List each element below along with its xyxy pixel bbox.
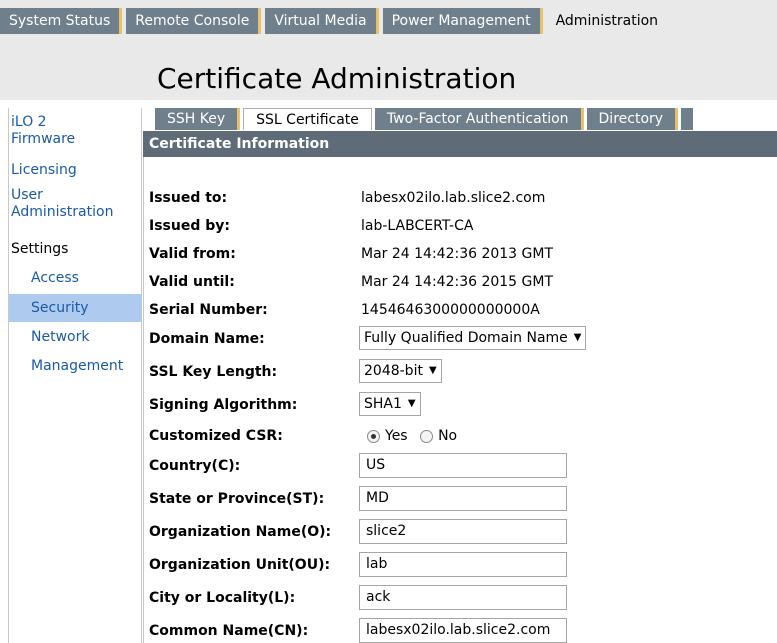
chevron-down-icon: ▼ [573,332,582,343]
sidebar-item-licensing[interactable]: Licensing [9,162,142,179]
field-label: Valid until: [149,274,235,290]
organization-name-input[interactable]: slice2 [359,519,567,544]
tab-remote-console[interactable]: Remote Console [126,8,262,34]
serial-number-value: 1454646300000000000A [361,302,540,318]
common-name-input[interactable]: labesx02ilo.lab.slice2.com [359,618,567,643]
tab-ssh-key[interactable]: SSH Key [155,108,241,130]
chevron-down-icon: ▼ [428,365,437,376]
radio-yes[interactable] [367,429,380,443]
valid-until-value: Mar 24 14:42:36 2015 GMT [361,274,554,290]
sidebar-item-security[interactable]: Security [9,294,142,322]
valid-from-value: Mar 24 14:42:36 2013 GMT [361,246,554,262]
sidebar-item-ilo-firmware[interactable]: iLO 2 Firmware [9,114,142,148]
top-nav-tabs: System Status Remote Console Virtual Med… [0,8,671,34]
sidebar: iLO 2 Firmware Licensing User Administra… [8,108,142,643]
field-label: Domain Name: [149,331,265,347]
sidebar-item-access[interactable]: Access [9,270,142,287]
chevron-down-icon: ▼ [407,398,416,409]
field-label: City or Locality(L): [149,590,296,606]
tab-directory[interactable]: Directory [586,108,679,130]
radio-yes-label: Yes [385,428,408,444]
select-value: Fully Qualified Domain Name [364,330,568,346]
customized-csr-row: Customized CSR: Yes No [149,426,769,446]
field-label: Common Name(CN): [149,623,309,639]
radio-no[interactable] [420,429,434,443]
field-label: Organization Unit(OU): [149,557,331,573]
customized-csr-radios: Yes No [367,426,457,446]
issued-by-row: Issued by: lab-LABCERT-CA [149,216,769,236]
domain-name-row: Domain Name: Fully Qualified Domain Name… [149,326,769,350]
field-label: Issued to: [149,190,228,206]
radio-no-label: No [438,428,458,444]
sidebar-item-label: iLO 2 [11,114,47,130]
sidebar-item-user-administration[interactable]: User Administration [9,187,142,221]
tab-overflow[interactable] [681,108,694,130]
valid-until-row: Valid until: Mar 24 14:42:36 2015 GMT [149,272,769,292]
field-label: Country(C): [149,458,241,474]
serial-number-row: Serial Number: 1454646300000000000A [149,300,769,320]
field-label: Customized CSR: [149,428,283,444]
sub-tabs: SSH Key SSL Certificate Two-Factor Authe… [155,108,694,130]
valid-from-row: Valid from: Mar 24 14:42:36 2013 GMT [149,244,769,264]
signing-algorithm-row: Signing Algorithm: SHA1 ▼ [149,392,769,416]
field-label: SSL Key Length: [149,364,278,380]
sidebar-item-settings: Settings [11,241,69,257]
organization-name-row: Organization Name(O): slice2 [149,519,769,544]
issued-to-value: labesx02ilo.lab.slice2.com [361,190,546,206]
tab-two-factor-authentication[interactable]: Two-Factor Authentication [374,108,584,130]
field-label: Signing Algorithm: [149,397,298,413]
select-value: SHA1 [364,396,402,412]
divider [143,157,144,643]
sidebar-item-label: Administration [11,204,114,220]
tab-power-management[interactable]: Power Management [382,8,543,34]
ssl-key-length-select[interactable]: 2048-bit ▼ [359,359,442,383]
sidebar-item-label: Firmware [11,131,76,147]
issued-by-value: lab-LABCERT-CA [361,218,474,234]
organization-unit-input[interactable]: lab [359,552,567,577]
country-row: Country(C): US [149,453,769,478]
city-input[interactable]: ack [359,585,567,610]
country-input[interactable]: US [359,453,567,478]
signing-algorithm-select[interactable]: SHA1 ▼ [359,392,421,416]
tab-virtual-media[interactable]: Virtual Media [265,8,379,34]
select-value: 2048-bit [364,363,423,379]
sidebar-item-network[interactable]: Network [9,329,142,346]
city-row: City or Locality(L): ack [149,585,769,610]
state-input[interactable]: MD [359,486,567,511]
section-header: Certificate Information [143,131,777,157]
field-label: State or Province(ST): [149,491,325,507]
state-row: State or Province(ST): MD [149,486,769,511]
page-title: Certificate Administration [157,62,517,95]
sidebar-item-management[interactable]: Management [9,358,142,375]
field-label: Serial Number: [149,302,268,318]
domain-name-select[interactable]: Fully Qualified Domain Name ▼ [359,326,587,350]
ssl-key-length-row: SSL Key Length: 2048-bit ▼ [149,359,769,383]
tab-ssl-certificate[interactable]: SSL Certificate [243,108,372,130]
field-label: Organization Name(O): [149,524,332,540]
common-name-row: Common Name(CN): labesx02ilo.lab.slice2.… [149,618,769,643]
field-label: Issued by: [149,218,230,234]
organization-unit-row: Organization Unit(OU): lab [149,552,769,577]
sidebar-item-label: User [11,187,43,203]
tab-administration[interactable]: Administration [546,8,668,34]
issued-to-row: Issued to: labesx02ilo.lab.slice2.com [149,188,769,208]
field-label: Valid from: [149,246,236,262]
tab-system-status[interactable]: System Status [0,8,123,34]
